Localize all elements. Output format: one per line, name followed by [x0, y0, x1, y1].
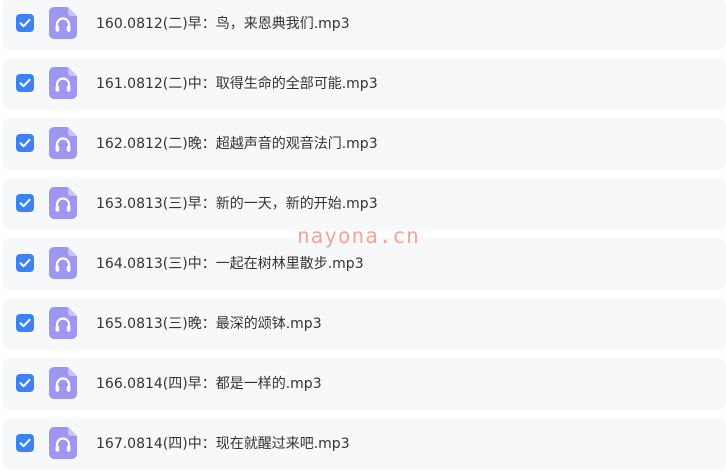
checkmark-icon: [19, 438, 31, 448]
checkmark-icon: [19, 318, 31, 328]
file-row[interactable]: 166.0814(四)早：都是一样的.mp3: [2, 358, 726, 410]
audio-file-icon: [49, 307, 77, 339]
audio-file-icon: [49, 367, 77, 399]
file-name: 166.0814(四)早：都是一样的.mp3: [96, 376, 322, 392]
file-name: 167.0814(四)中：现在就醒过来吧.mp3: [96, 436, 350, 452]
audio-file-icon: [49, 7, 77, 39]
file-row[interactable]: 167.0814(四)中：现在就醒过来吧.mp3: [2, 418, 726, 470]
file-name: 161.0812(二)中：取得生命的全部可能.mp3: [96, 76, 378, 92]
audio-file-icon: [49, 127, 77, 159]
checkbox[interactable]: [16, 254, 34, 272]
file-row[interactable]: 161.0812(二)中：取得生命的全部可能.mp3: [2, 58, 726, 110]
file-name: 162.0812(二)晚：超越声音的观音法门.mp3: [96, 136, 378, 152]
checkbox[interactable]: [16, 434, 34, 452]
file-row[interactable]: 163.0813(三)早：新的一天，新的开始.mp3: [2, 178, 726, 230]
checkmark-icon: [19, 258, 31, 268]
file-row[interactable]: 160.0812(二)早：鸟，来恩典我们.mp3: [2, 0, 726, 50]
checkbox[interactable]: [16, 74, 34, 92]
checkbox[interactable]: [16, 14, 34, 32]
checkbox[interactable]: [16, 374, 34, 392]
file-name: 160.0812(二)早：鸟，来恩典我们.mp3: [96, 16, 350, 32]
file-row[interactable]: 165.0813(三)晚：最深的颂钵.mp3: [2, 298, 726, 350]
file-name: 163.0813(三)早：新的一天，新的开始.mp3: [96, 196, 378, 212]
file-name: 165.0813(三)晚：最深的颂钵.mp3: [96, 316, 322, 332]
checkmark-icon: [19, 18, 31, 28]
checkbox[interactable]: [16, 134, 34, 152]
checkbox[interactable]: [16, 194, 34, 212]
watermark: nayona.cn: [297, 224, 420, 248]
checkmark-icon: [19, 138, 31, 148]
checkmark-icon: [19, 78, 31, 88]
checkmark-icon: [19, 198, 31, 208]
file-row[interactable]: 162.0812(二)晚：超越声音的观音法门.mp3: [2, 118, 726, 170]
audio-file-icon: [49, 187, 77, 219]
audio-file-icon: [49, 67, 77, 99]
audio-file-icon: [49, 247, 77, 279]
checkbox[interactable]: [16, 314, 34, 332]
audio-file-icon: [49, 427, 77, 459]
checkmark-icon: [19, 378, 31, 388]
